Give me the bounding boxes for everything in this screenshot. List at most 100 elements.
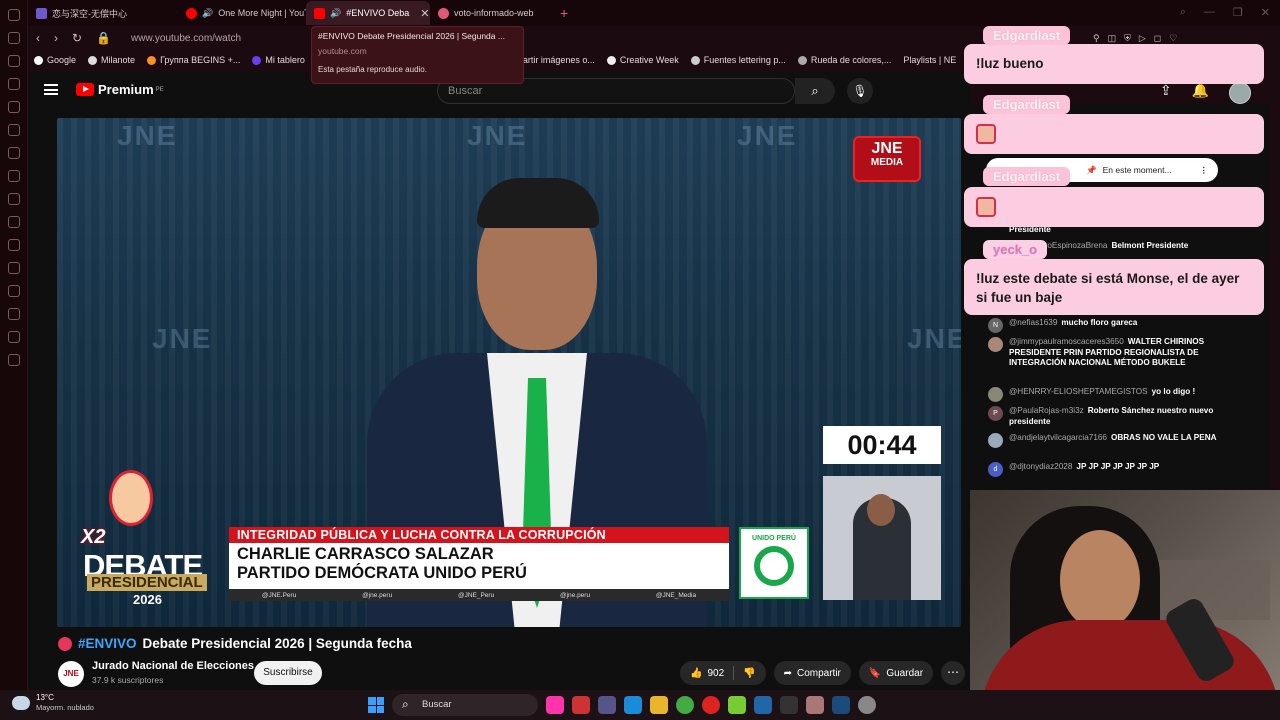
sidebar-icon[interactable] xyxy=(7,331,20,343)
minimize-icon[interactable]: — xyxy=(1204,6,1215,19)
browser-tab-active[interactable]: 🔊 #ENVIVO Deba ✕ xyxy=(306,1,430,25)
sidebar-icon[interactable] xyxy=(7,32,20,44)
camera-icon[interactable]: ◫ xyxy=(1108,33,1117,44)
jne-logo-text: JNE xyxy=(871,140,903,157)
shield-icon[interactable]: ⛨ xyxy=(1124,33,1131,44)
tab-label: 恋与深空-无偿中心 xyxy=(52,8,127,19)
new-tab-button[interactable]: + xyxy=(560,5,568,21)
sidebar-icon[interactable] xyxy=(7,9,20,21)
bookmark-item[interactable]: Mi tablero xyxy=(252,55,305,65)
bookmark-label: Playlists | NE xyxy=(903,55,957,65)
bookmark-item[interactable]: Partir imágenes o... xyxy=(517,55,595,65)
video-title: #ENVIVO Debate Presidencial 2026 | Segun… xyxy=(58,636,412,651)
opera-icon[interactable] xyxy=(702,696,720,714)
chat-author[interactable]: @nefias1639 xyxy=(1009,318,1057,327)
chat-author[interactable]: @HENRRY-ELIOSHEPTAMEGISTOS xyxy=(1009,387,1148,396)
upload-icon[interactable]: ⇪ xyxy=(1160,82,1172,104)
bookmark-item[interactable]: Google xyxy=(34,55,76,65)
forward-icon[interactable]: › xyxy=(54,31,58,45)
weather-widget[interactable]: 13°C Mayorm. nublado xyxy=(12,693,94,712)
bookmark-item[interactable]: Rueda de colores,... xyxy=(797,55,891,65)
app-icon[interactable] xyxy=(754,696,772,714)
url-field[interactable]: www.youtube.com/watch xyxy=(131,33,241,44)
sidebar-icon[interactable] xyxy=(7,78,20,90)
thumbs-down-icon[interactable]: 👎 xyxy=(743,668,755,679)
youtube-play-icon xyxy=(76,83,94,96)
stage-watermark: JNE xyxy=(152,323,213,354)
back-icon[interactable]: ‹ xyxy=(36,31,40,45)
more-button[interactable]: ⋯ xyxy=(941,661,966,685)
play-icon[interactable]: ▷ xyxy=(1139,33,1146,44)
sidebar-icon[interactable] xyxy=(7,239,20,251)
close-tab-icon[interactable]: ✕ xyxy=(420,7,429,20)
bookmark-label: Google xyxy=(47,55,77,65)
folder-icon[interactable] xyxy=(650,696,668,714)
sidebar-icon[interactable] xyxy=(7,216,20,228)
streamer-face xyxy=(1060,530,1140,630)
chat-author[interactable]: @PaulaRojas-m3i3z xyxy=(1009,406,1084,415)
chrome-icon[interactable] xyxy=(676,696,694,714)
mic-button[interactable]: 🎙 xyxy=(847,78,873,104)
chat-author[interactable]: @jimmypaulramoscaceres3650 xyxy=(1009,337,1124,346)
hamburger-menu-icon[interactable] xyxy=(44,84,58,95)
bookmark-item[interactable]: Fuentes lettering p... xyxy=(690,55,786,65)
share-button[interactable]: ➦ Compartir xyxy=(773,661,851,685)
search-button[interactable]: ⌕ xyxy=(795,78,835,104)
notifications-icon[interactable]: 🔔 xyxy=(1192,82,1209,104)
chat-author[interactable]: @djtonydiaz2028 xyxy=(1009,462,1072,471)
sidebar-icon[interactable] xyxy=(7,354,20,366)
sidebar-icon[interactable] xyxy=(7,193,20,205)
channel-name[interactable]: Jurado Nacional de Elecciones xyxy=(92,660,254,672)
reload-icon[interactable]: ↻ xyxy=(72,31,82,45)
app-icon[interactable] xyxy=(806,696,824,714)
browser-tab[interactable]: 🔊 One More Night | YouT xyxy=(178,1,306,25)
channel-avatar[interactable]: JNE xyxy=(58,661,84,687)
chat-author[interactable]: @andjelaytvilcagarcia7166 xyxy=(1009,433,1107,442)
browser-tab[interactable]: voto-informado-web xyxy=(430,1,550,25)
sidebar-icon[interactable] xyxy=(7,262,20,274)
divider xyxy=(733,666,735,680)
save-button[interactable]: 🔖 Guardar xyxy=(858,661,934,685)
title-hashtag[interactable]: #ENVIVO xyxy=(78,636,137,651)
party-logo-text: UNIDO PERÚ xyxy=(752,535,796,542)
edge-icon[interactable] xyxy=(624,696,642,714)
copilot-icon[interactable] xyxy=(546,696,564,714)
bookmark-item[interactable]: Playlists | NE xyxy=(903,55,956,65)
steam-icon[interactable] xyxy=(832,696,850,714)
bookmark-label: Milanote xyxy=(101,55,136,65)
pin-icon[interactable]: ⚲ xyxy=(1093,33,1100,44)
app-icon[interactable] xyxy=(598,696,616,714)
bookmark-item[interactable]: Creative Week xyxy=(606,55,679,65)
app-icon[interactable] xyxy=(728,696,746,714)
wallet-icon[interactable]: ◻ xyxy=(1154,33,1161,44)
heart-icon[interactable]: ♡ xyxy=(1169,33,1177,44)
video-player[interactable]: JNE JNE JNE JNE JNE JNE MEDIA 00:44 X2 D… xyxy=(57,118,961,627)
more-options-icon[interactable]: ⋮ xyxy=(1200,165,1209,176)
sidebar-icon[interactable] xyxy=(7,124,20,136)
sidebar-icon[interactable] xyxy=(7,285,20,297)
chat-avatar xyxy=(988,337,1003,352)
overlay-text: !luz este debate si está Monse, el de ay… xyxy=(976,271,1240,305)
bookmark-item[interactable]: Группа BEGINS +... xyxy=(147,55,240,65)
browser-tab[interactable]: 恋与深空-无偿中心 xyxy=(28,1,178,25)
close-window-icon[interactable]: ✕ xyxy=(1261,6,1270,19)
taskbar-search[interactable]: Buscar xyxy=(392,694,538,716)
search-tabs-icon[interactable]: ⌕ xyxy=(1180,6,1186,19)
sidebar-icon[interactable] xyxy=(7,55,20,67)
windows-start-icon[interactable] xyxy=(368,697,384,713)
sidebar-icon[interactable] xyxy=(7,170,20,182)
sidebar-icon[interactable] xyxy=(7,147,20,159)
like-button[interactable]: 👍 902 👎 xyxy=(680,661,766,685)
obs-icon[interactable] xyxy=(858,696,876,714)
subscribe-button[interactable]: Suscribirse xyxy=(254,661,322,685)
live-icon xyxy=(58,636,72,651)
chat-avatar xyxy=(988,387,1003,402)
app-icon[interactable] xyxy=(572,696,590,714)
user-avatar[interactable] xyxy=(1229,82,1252,104)
capcut-icon[interactable] xyxy=(780,696,798,714)
maximize-icon[interactable]: ❐ xyxy=(1233,6,1243,19)
sidebar-icon[interactable] xyxy=(7,308,20,320)
youtube-logo[interactable]: Premium PE xyxy=(76,82,164,97)
bookmark-item[interactable]: Milanote xyxy=(88,55,135,65)
sidebar-icon[interactable] xyxy=(7,101,20,113)
